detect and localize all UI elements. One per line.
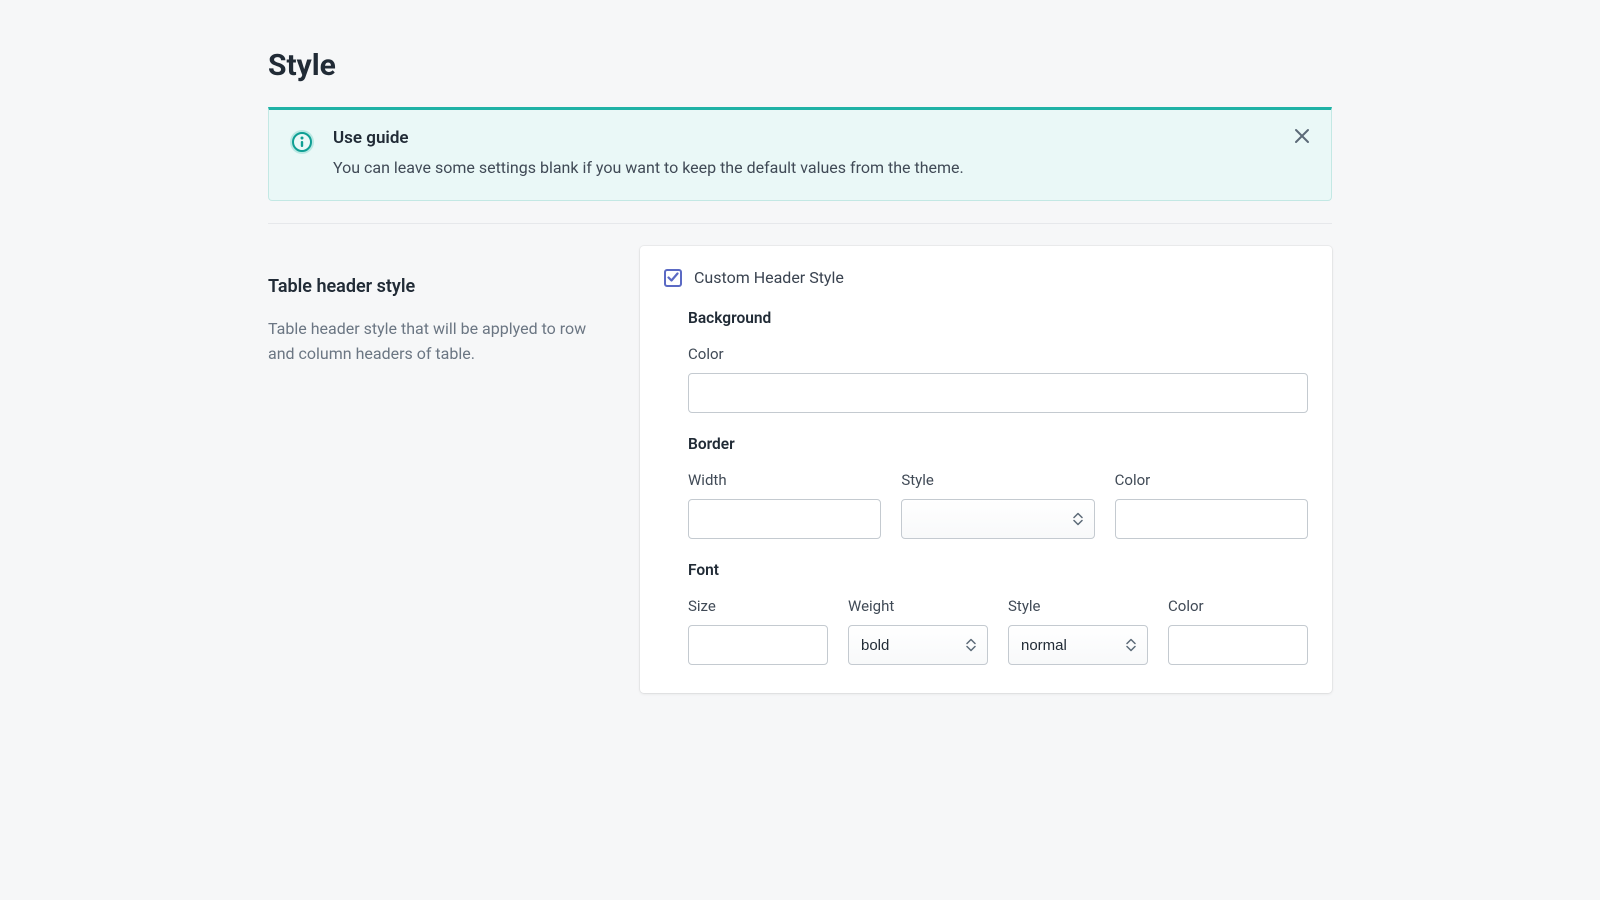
section-description: Table header style that will be applyed … (268, 317, 616, 367)
font-size-input[interactable] (688, 625, 828, 665)
font-group-title: Font (688, 561, 1308, 579)
border-width-label: Width (688, 471, 881, 489)
background-group-title: Background (688, 309, 1308, 327)
banner-title: Use guide (333, 128, 1311, 148)
font-color-input[interactable] (1168, 625, 1308, 665)
background-color-label: Color (688, 345, 1308, 363)
close-icon (1294, 128, 1310, 147)
border-width-input[interactable] (688, 499, 881, 539)
banner-close-button[interactable] (1289, 124, 1315, 150)
custom-header-style-label: Custom Header Style (694, 268, 844, 287)
font-weight-select[interactable]: bold (848, 625, 988, 665)
banner-text: You can leave some settings blank if you… (333, 156, 1311, 180)
border-color-input[interactable] (1115, 499, 1308, 539)
border-style-label: Style (901, 471, 1094, 489)
font-size-label: Size (688, 597, 828, 615)
background-color-input[interactable] (688, 373, 1308, 413)
font-style-label: Style (1008, 597, 1148, 615)
divider (268, 223, 1332, 224)
section-heading: Table header style (268, 276, 616, 297)
use-guide-banner: Use guide You can leave some settings bl… (268, 107, 1332, 201)
page-title: Style (268, 48, 1332, 83)
font-color-label: Color (1168, 597, 1308, 615)
custom-header-style-checkbox[interactable] (664, 269, 682, 287)
border-color-label: Color (1115, 471, 1308, 489)
settings-card: Custom Header Style Background Color Bor… (640, 246, 1332, 693)
font-style-select[interactable]: normal (1008, 625, 1148, 665)
checkmark-icon (667, 268, 679, 287)
border-style-select[interactable] (901, 499, 1094, 539)
font-weight-label: Weight (848, 597, 988, 615)
info-icon (289, 129, 315, 155)
border-group-title: Border (688, 435, 1308, 453)
